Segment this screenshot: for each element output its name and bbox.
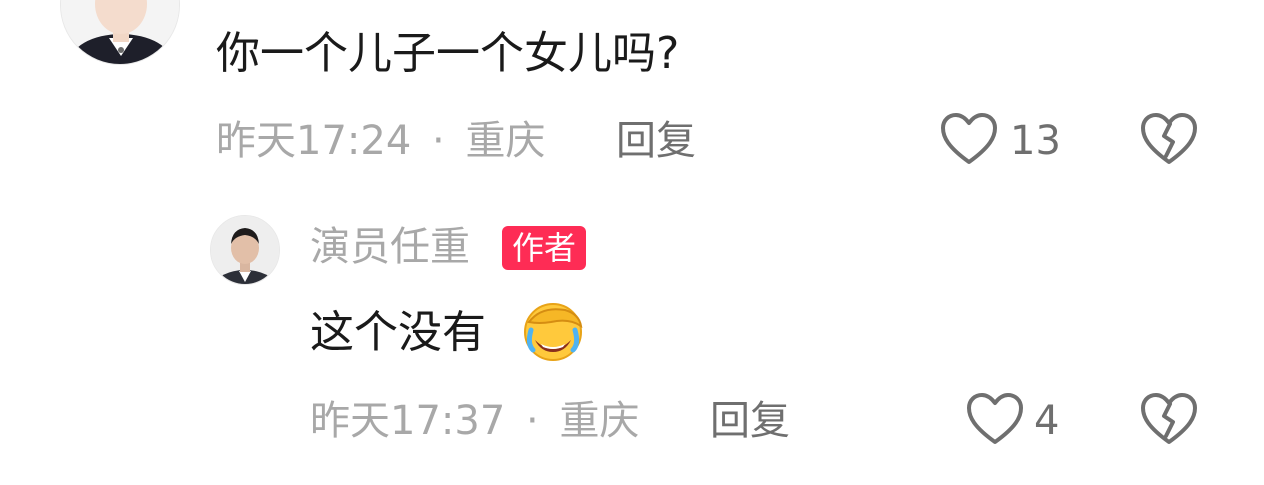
reply-button[interactable]: 回复 xyxy=(616,121,696,161)
dislike-button[interactable] xyxy=(1140,392,1198,446)
author-portrait-image xyxy=(211,216,279,284)
meta-separator: · xyxy=(432,118,445,164)
reply-time: 昨天17:37 xyxy=(310,398,506,444)
reply-text-content: 这个没有 xyxy=(310,307,486,358)
comment-location: 重庆 xyxy=(465,118,546,164)
like-count: 4 xyxy=(1034,398,1060,444)
like-button[interactable] xyxy=(940,112,998,166)
reply-timestamp: 昨天17:37 · 重庆 xyxy=(310,401,639,441)
author-avatar[interactable] xyxy=(210,215,280,285)
broken-heart-icon xyxy=(1141,393,1197,444)
heart-outline-icon xyxy=(941,113,997,164)
child-portrait-image xyxy=(61,0,179,64)
comment-text: 你一个儿子一个女儿吗? xyxy=(216,28,680,79)
face-palm-crying-emoji xyxy=(521,300,585,362)
dislike-button[interactable] xyxy=(1140,112,1198,166)
heart-outline-icon xyxy=(967,393,1023,444)
meta-separator: · xyxy=(526,398,539,444)
like-count: 13 xyxy=(1010,118,1061,164)
reply-button[interactable]: 回复 xyxy=(710,401,790,441)
comment-time: 昨天17:24 xyxy=(216,118,412,164)
author-badge: 作者 xyxy=(502,226,587,270)
comment-timestamp: 昨天17:24 · 重庆 xyxy=(216,121,545,161)
reply-location: 重庆 xyxy=(559,398,640,444)
reply-text: 这个没有 xyxy=(310,311,486,355)
like-button[interactable] xyxy=(966,392,1024,446)
broken-heart-icon xyxy=(1141,113,1197,164)
author-name[interactable]: 演员任重 xyxy=(310,227,470,267)
commenter-avatar[interactable] xyxy=(60,0,180,65)
